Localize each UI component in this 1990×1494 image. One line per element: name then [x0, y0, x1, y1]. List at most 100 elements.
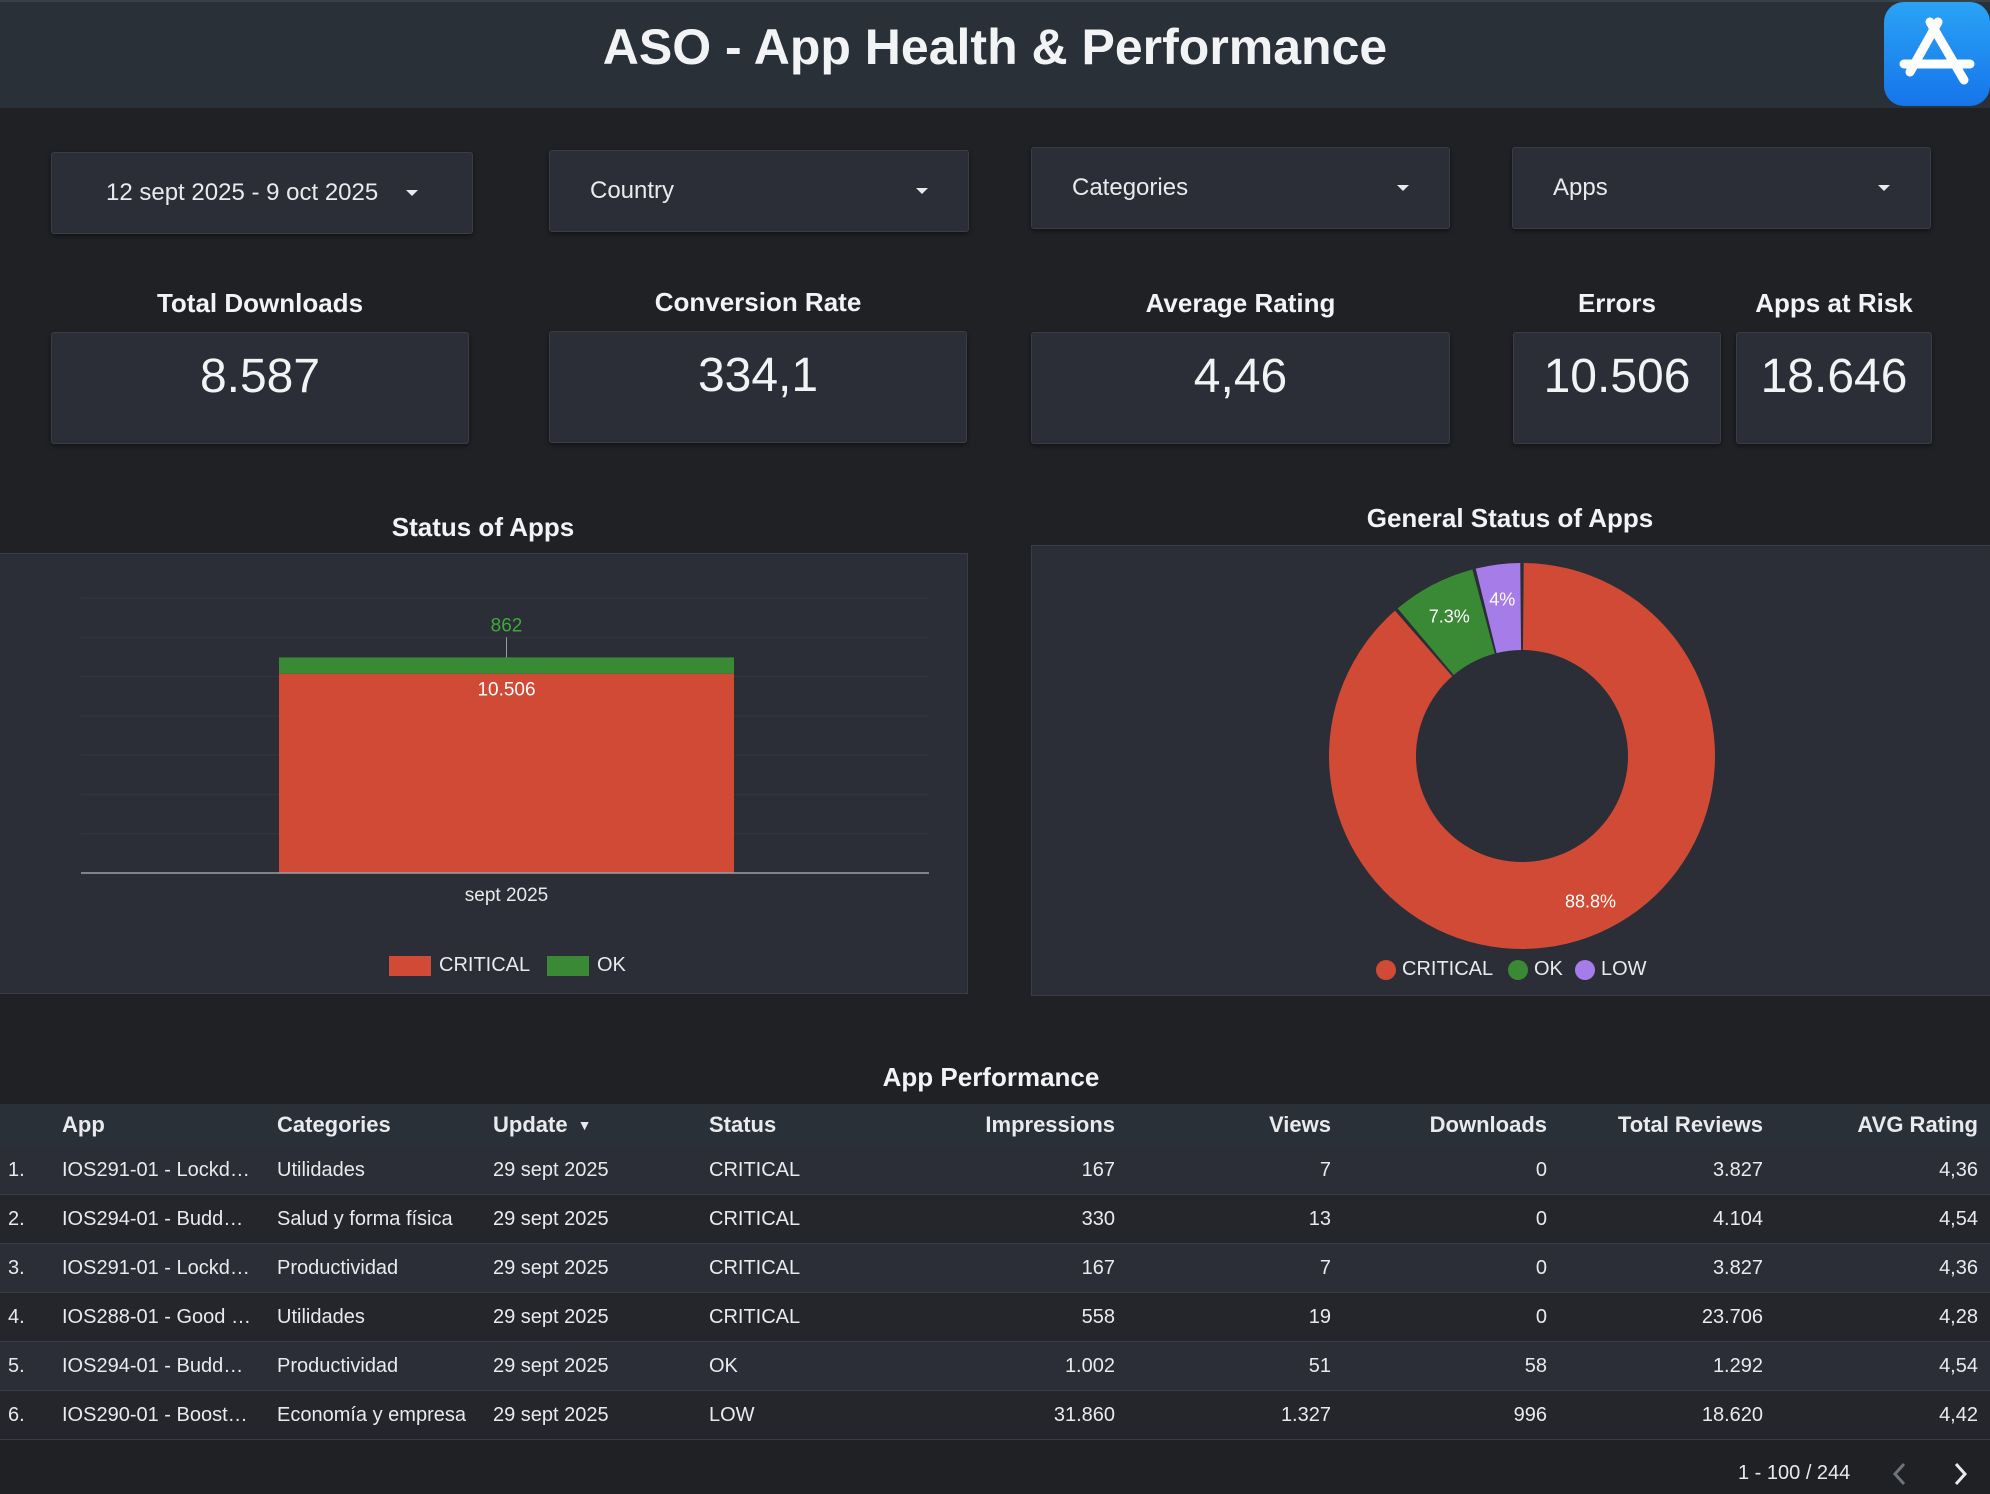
cell-category: Productividad [277, 1256, 399, 1279]
categories-filter[interactable]: Categories [1031, 147, 1450, 229]
legend-item-ok: OK [547, 954, 626, 977]
app-store-icon [1884, 2, 1990, 106]
apps-filter[interactable]: Apps [1512, 147, 1931, 229]
cell-status: CRITICAL [709, 1158, 801, 1181]
column-header-app[interactable]: App [62, 1104, 262, 1146]
cell-total-reviews: 4.104 [1712, 1207, 1763, 1230]
cell-row-number: 3. [8, 1256, 25, 1279]
legend-item-critical: CRITICAL [1376, 958, 1493, 981]
legend-label-critical: CRITICAL [1402, 958, 1494, 980]
cell-total-reviews: 18.620 [1701, 1403, 1763, 1426]
cell-update: 29 sept 2025 [493, 1403, 609, 1426]
date-range-label: 12 sept 2025 - 9 oct 2025 [106, 179, 379, 206]
table-row[interactable]: 3. IOS291-01 - Lockd… Productividad 29 sept… [0, 1244, 1990, 1293]
cell-app: IOS294-01 - Budd… [62, 1354, 244, 1377]
cell-avg-rating: 4,54 [1939, 1354, 1978, 1377]
cell-downloads: 996 [1513, 1403, 1547, 1426]
status-chart-panel: 10.506 862 sept 2025 CRITICAL OK [0, 553, 968, 994]
table-row[interactable]: 2. IOS294-01 - Budd… Salud y forma física 2… [0, 1195, 1990, 1244]
legend-item-critical: CRITICAL [389, 954, 530, 977]
average-rating-value: 4,46 [1031, 332, 1450, 444]
categories-filter-label: Categories [1072, 174, 1189, 201]
cell-status: CRITICAL [709, 1305, 801, 1328]
cell-avg-rating: 4,28 [1939, 1305, 1978, 1328]
table-row[interactable]: 5. IOS294-01 - Budd… Productividad 29 sept … [0, 1342, 1990, 1391]
bar-ok[interactable] [279, 657, 734, 674]
conversion-rate-value: 334,1 [549, 331, 967, 443]
column-header-downloads[interactable]: Downloads [1347, 1104, 1547, 1146]
cell-impressions: 167 [1081, 1158, 1115, 1181]
cell-impressions: 31.860 [1053, 1403, 1115, 1426]
cell-category: Productividad [277, 1354, 399, 1377]
average-rating-label: Average Rating [1145, 288, 1336, 318]
cell-status: CRITICAL [709, 1256, 801, 1279]
country-filter[interactable]: Country [549, 150, 969, 232]
next-page-icon[interactable] [1948, 1460, 1972, 1488]
slice-critical[interactable] [1329, 563, 1715, 949]
cell-app: IOS291-01 - Lockd… [62, 1158, 250, 1181]
cell-update: 29 sept 2025 [493, 1207, 609, 1230]
cell-category: Utilidades [277, 1158, 365, 1181]
caret-down-icon [1397, 185, 1409, 191]
cell-views: 7 [1319, 1256, 1331, 1279]
data-label-critical: 10.506 [477, 680, 535, 701]
previous-page-icon[interactable] [1888, 1460, 1912, 1488]
cell-row-number: 1. [8, 1158, 25, 1181]
table-title: App Performance [882, 1062, 1100, 1092]
column-header-views[interactable]: Views [1131, 1104, 1331, 1146]
cell-app: IOS288-01 - Good … [62, 1305, 251, 1328]
cell-status: LOW [709, 1403, 755, 1426]
legend-swatch-ok [547, 955, 589, 976]
table-row[interactable]: 1. IOS291-01 - Lockd… Utilidades 29 sept 20… [0, 1146, 1990, 1195]
legend-label-critical: CRITICAL [439, 954, 531, 976]
slice-label-low: 4% [1489, 590, 1515, 610]
errors-value: 10.506 [1513, 332, 1721, 444]
data-label-ok: 862 [491, 615, 523, 636]
table-row[interactable]: 6. IOS290-01 - Boost… Economía y empresa 29… [0, 1391, 1990, 1440]
country-filter-label: Country [590, 177, 675, 204]
date-range-filter[interactable]: 12 sept 2025 - 9 oct 2025 [51, 152, 473, 234]
column-header-avg-rating[interactable]: AVG Rating [1778, 1104, 1978, 1146]
cell-downloads: 0 [1535, 1158, 1547, 1181]
cell-row-number: 5. [8, 1354, 25, 1377]
column-header-status[interactable]: Status [709, 1104, 909, 1146]
cell-app: IOS294-01 - Budd… [62, 1207, 244, 1230]
pagination: 1 - 100 / 244 [1660, 1460, 1990, 1490]
cell-status: OK [709, 1354, 738, 1377]
cell-update: 29 sept 2025 [493, 1305, 609, 1328]
bar-critical[interactable] [279, 673, 734, 873]
column-header-total-reviews[interactable]: Total Reviews [1563, 1104, 1763, 1146]
legend-item-low: LOW [1575, 958, 1647, 981]
column-header-categories[interactable]: Categories [277, 1104, 477, 1146]
column-header-update-label: Update [493, 1112, 568, 1137]
total-downloads-value: 8.587 [51, 332, 469, 444]
cell-row-number: 4. [8, 1305, 25, 1328]
cell-views: 1.327 [1280, 1403, 1331, 1426]
legend-dot-critical [1376, 959, 1396, 980]
cell-downloads: 58 [1524, 1354, 1547, 1377]
legend-label-ok: OK [597, 954, 626, 976]
app-performance-table: App Categories Update ▼ Status Impressio… [0, 1104, 1990, 1440]
legend-label-ok: OK [1534, 958, 1563, 980]
cell-impressions: 558 [1081, 1305, 1115, 1328]
cell-downloads: 0 [1535, 1305, 1547, 1328]
cell-views: 13 [1308, 1207, 1331, 1230]
caret-down-icon [406, 190, 418, 196]
table-row[interactable]: 4. IOS288-01 - Good … Utilidades 29 sept 20… [0, 1293, 1990, 1342]
legend-item-ok: OK [1508, 958, 1563, 981]
pagination-range: 1 - 100 / 244 [1738, 1462, 1851, 1484]
cell-views: 51 [1308, 1354, 1331, 1377]
table-body: 1. IOS291-01 - Lockd… Utilidades 29 sept 20… [0, 1146, 1990, 1440]
column-header-impressions[interactable]: Impressions [915, 1104, 1115, 1146]
cell-total-reviews: 3.827 [1712, 1256, 1763, 1279]
apps-at-risk-value: 18.646 [1736, 332, 1932, 444]
legend-swatch-critical [389, 955, 431, 976]
total-downloads-label: Total Downloads [156, 288, 364, 318]
caret-down-icon [916, 188, 928, 194]
column-header-update[interactable]: Update ▼ [493, 1104, 693, 1146]
cell-row-number: 2. [8, 1207, 25, 1230]
cell-impressions: 167 [1081, 1256, 1115, 1279]
cell-app: IOS291-01 - Lockd… [62, 1256, 250, 1279]
page-title: ASO - App Health & Performance [602, 19, 1388, 75]
conversion-rate-label: Conversion Rate [654, 287, 862, 317]
